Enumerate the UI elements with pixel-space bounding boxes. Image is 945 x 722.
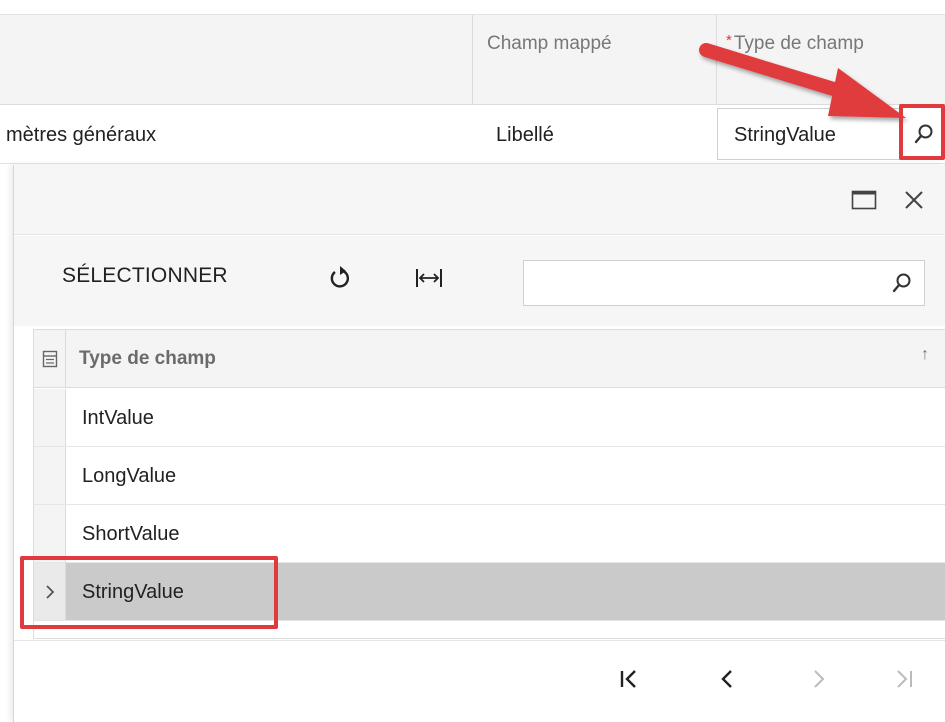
search-field[interactable] [523,260,925,306]
list-column-header-field-type[interactable]: Type de champ [79,348,216,370]
column-header-field-type-label: Type de champ [733,33,864,54]
close-button[interactable] [899,185,929,215]
fit-columns-button[interactable] [411,260,447,296]
close-icon [905,191,923,209]
row-selector[interactable] [34,505,66,562]
list-item-value: ShortValue [82,523,180,545]
column-chooser-icon [42,350,57,368]
field-type-list: Type de champ ↑ IntValue LongValue Short… [33,329,945,639]
list-item-value: LongValue [82,465,177,487]
row-selector[interactable] [34,389,66,446]
field-mapping-grid: Champ mappé * Type de champ mètres généra… [0,0,945,165]
row-mapped-field-cell: Libellé [496,124,554,146]
popup-toolbar: SÉLECTIONNER [14,236,945,326]
grid-header: Champ mappé * Type de champ [0,15,945,105]
last-page-icon [897,670,912,688]
field-type-input[interactable]: StringValue [717,108,903,160]
column-header-mapped-field[interactable]: Champ mappé [487,33,612,55]
lookup-popup: SÉLECTIONNER Type de champ ↑ IntValue Lo… [13,165,945,722]
list-item-value: IntValue [82,407,154,429]
list-item-selected[interactable]: StringValue [34,563,945,621]
row-selector[interactable] [34,563,66,620]
list-item[interactable]: ShortValue [34,505,945,563]
list-header: Type de champ ↑ [34,330,945,388]
list-item[interactable]: IntValue [34,389,945,447]
column-header-field-type[interactable]: * Type de champ [726,32,864,55]
search-button[interactable] [888,269,916,297]
first-page-button[interactable] [611,661,647,697]
select-button[interactable]: SÉLECTIONNER [62,264,228,288]
first-page-icon [620,670,636,688]
prev-page-icon [721,670,732,688]
search-input[interactable] [524,261,884,305]
magnifier-icon [914,124,933,144]
popup-titlebar [14,165,945,235]
fit-columns-icon [416,269,442,287]
sort-ascending-icon: ↑ [921,346,929,363]
pager [14,640,945,722]
row-selector[interactable] [34,447,66,504]
search-icon [892,273,911,293]
row-pointer-icon [45,584,54,599]
list-item[interactable]: LongValue [34,447,945,505]
lookup-button[interactable] [903,108,945,160]
refresh-button[interactable] [322,260,358,296]
next-page-button[interactable] [801,661,837,697]
last-page-button[interactable] [886,661,922,697]
list-item-value: StringValue [82,581,184,603]
maximize-button[interactable] [849,185,879,215]
column-chooser-button[interactable] [34,330,66,388]
required-mark: * [726,32,732,49]
maximize-icon [851,190,877,210]
refresh-icon [330,266,350,288]
column-divider [716,15,717,105]
column-divider [472,15,473,105]
table-row[interactable]: mètres généraux Libellé StringValue [0,106,945,164]
row-params-cell: mètres généraux [6,124,157,146]
previous-page-button[interactable] [709,661,745,697]
next-page-icon [814,670,825,688]
field-type-input-value: StringValue [734,124,836,146]
